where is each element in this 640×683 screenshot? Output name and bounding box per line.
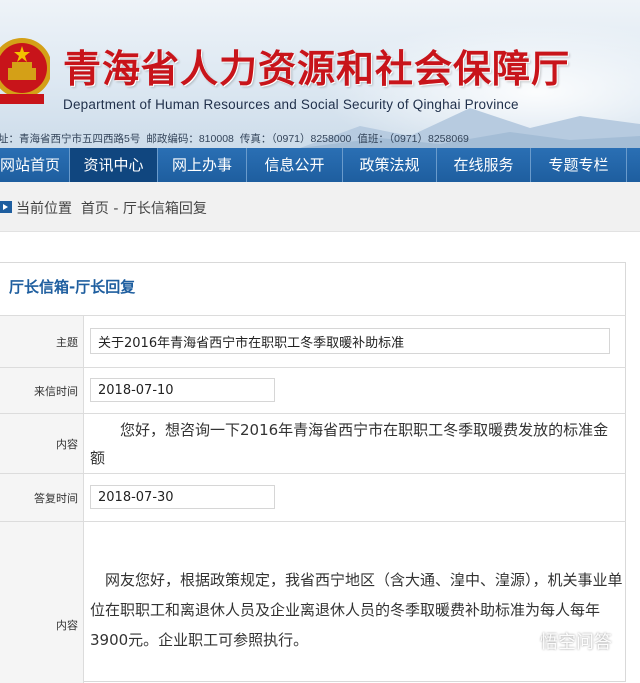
reply-time-row: 答复时间 2018-07-30 bbox=[0, 473, 626, 521]
sent-time-label: 来信时间 bbox=[0, 368, 84, 413]
contact-fax: 传真：（0971）8258000 bbox=[239, 133, 352, 145]
nav-item-online-services[interactable]: 网上办事 bbox=[158, 148, 247, 182]
reply-line-2: 位在职职工和离退休人员及企业离退休人员的冬季取暖费补助标准为每人每年 bbox=[90, 601, 601, 619]
content-row: 内容 您好，想咨询一下2016年青海省西宁市在职职工冬季取暖费发放的标准金 额 bbox=[0, 413, 626, 473]
watermark-text: 悟空问答 bbox=[540, 632, 612, 653]
arrow-right-icon bbox=[0, 201, 12, 213]
nav-item-public-info[interactable]: 信息公开 bbox=[247, 148, 343, 182]
nav-item-online-service[interactable]: 在线服务 bbox=[437, 148, 531, 182]
site-title-en: Department of Human Resources and Social… bbox=[63, 97, 519, 112]
breadcrumb: 当前位置 首页 - 厅长信箱回复 bbox=[0, 182, 640, 232]
reply-content-label: 内容 bbox=[0, 522, 84, 683]
main-nav: 网站首页 资讯中心 网上办事 信息公开 政策法规 在线服务 专题专栏 bbox=[0, 148, 640, 182]
reply-line-3: 3900元。企业职工可参照执行。 bbox=[90, 631, 309, 649]
subject-field[interactable]: 关于2016年青海省西宁市在职职工冬季取暖补助标准 bbox=[90, 328, 610, 354]
nav-item-special-topics[interactable]: 专题专栏 bbox=[531, 148, 627, 182]
mailbox-reply-panel: 厅长信箱-厅长回复 主题 关于2016年青海省西宁市在职职工冬季取暖补助标准 来… bbox=[0, 262, 626, 683]
reply-time-label: 答复时间 bbox=[0, 474, 84, 521]
wukong-watermark: 悟空问答 bbox=[514, 628, 612, 654]
sent-time-field[interactable]: 2018-07-10 bbox=[90, 378, 275, 402]
national-emblem-icon bbox=[0, 38, 50, 104]
contact-postcode: 邮政编码：810008 bbox=[146, 133, 234, 145]
nav-item-policies[interactable]: 政策法规 bbox=[343, 148, 437, 182]
chat-bubble-icon bbox=[514, 634, 536, 648]
nav-item-home[interactable]: 网站首页 bbox=[0, 148, 70, 182]
reply-time-field[interactable]: 2018-07-30 bbox=[90, 485, 275, 509]
content-line-1: 您好，想咨询一下2016年青海省西宁市在职职工冬季取暖费发放的标准金 bbox=[90, 421, 609, 439]
contact-line: 址：青海省西宁市五四西路5号 邮政编码：810008 传真：（0971）825800… bbox=[0, 131, 475, 146]
reply-content-row: 内容 网友您好，根据政策规定，我省西宁地区（含大通、湟中、湟源），机关事业单 位… bbox=[0, 521, 626, 683]
subject-label: 主题 bbox=[0, 316, 84, 367]
site-banner: 青海省人力资源和社会保障厅 Department of Human Resour… bbox=[0, 0, 640, 148]
contact-address: 址：青海省西宁市五四西路5号 bbox=[0, 133, 141, 145]
contact-tel: 值班：（0971）8258069 bbox=[357, 133, 469, 145]
nav-item-news[interactable]: 资讯中心 bbox=[70, 148, 158, 182]
site-title-cn: 青海省人力资源和社会保障厅 bbox=[63, 46, 571, 91]
breadcrumb-text: 当前位置 首页 - 厅长信箱回复 bbox=[16, 201, 207, 217]
sent-time-row: 来信时间 2018-07-10 bbox=[0, 367, 626, 413]
content-label: 内容 bbox=[0, 414, 84, 473]
subject-row: 主题 关于2016年青海省西宁市在职职工冬季取暖补助标准 bbox=[0, 315, 626, 367]
panel-title: 厅长信箱-厅长回复 bbox=[9, 278, 136, 296]
content-line-2: 额 bbox=[90, 449, 106, 467]
reply-line-1: 网友您好，根据政策规定，我省西宁地区（含大通、湟中、湟源），机关事业单 bbox=[90, 571, 623, 589]
